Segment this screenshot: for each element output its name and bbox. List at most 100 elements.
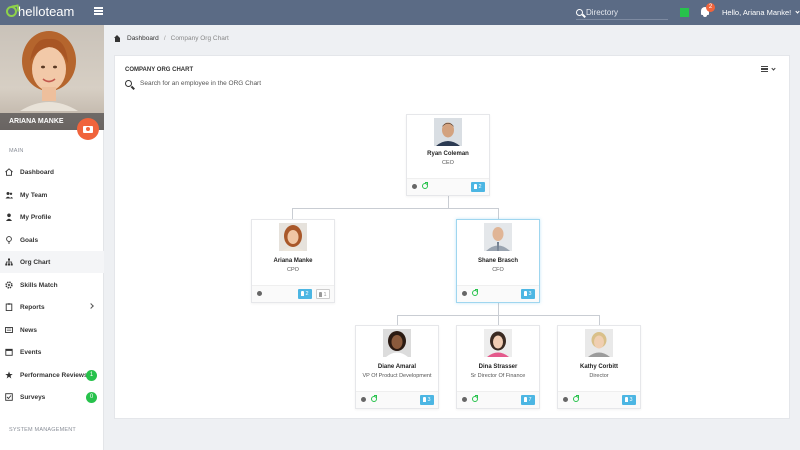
sidebar-item-label: Org Chart: [20, 258, 51, 266]
directory-placeholder: Directory: [586, 7, 619, 17]
search-icon: [576, 8, 583, 16]
org-card-ceo[interactable]: Ryan Coleman CEO 2: [406, 114, 490, 196]
card-footer: 3: [558, 391, 640, 408]
card-footer: 2 1: [252, 285, 334, 302]
directory-search[interactable]: Directory: [576, 5, 668, 20]
employee-name: Ryan Coleman: [427, 151, 469, 157]
sidebar-item-my-team[interactable]: My Team: [0, 184, 104, 206]
chevron-right-icon: [88, 303, 94, 309]
goals-icon[interactable]: [573, 395, 579, 402]
org-search[interactable]: Search for an employee in the ORG Chart: [125, 80, 261, 87]
card-footer: 2: [407, 178, 489, 195]
info-icon[interactable]: [462, 397, 467, 402]
sidebar-item-label: Events: [20, 348, 42, 356]
employee-name: Kathy Corbitt: [580, 364, 618, 370]
connector-line: [292, 208, 293, 219]
top-bar: helloteam Directory 2 Hello, Ariana Mank…: [0, 0, 800, 25]
news-icon: [5, 326, 13, 334]
gear-icon: [5, 281, 13, 289]
menu-toggle-icon[interactable]: [94, 7, 103, 15]
sidebar-item-dashboard[interactable]: Dashboard: [0, 161, 104, 183]
org-card-sr-director-finance[interactable]: Dina Strasser Sr Director Of Finance 7: [456, 325, 540, 409]
sidebar-item-skills-match[interactable]: Skills Match: [0, 274, 104, 296]
breadcrumb-current: Company Org Chart: [170, 35, 229, 42]
direct-reports-badge[interactable]: 2: [471, 182, 485, 192]
user-menu[interactable]: Hello, Ariana Manke!: [722, 8, 800, 17]
sidebar-item-label: Reports: [20, 303, 45, 311]
breadcrumb-dashboard[interactable]: Dashboard: [127, 35, 159, 42]
info-icon[interactable]: [257, 291, 262, 296]
panel-title: COMPANY ORG CHART: [125, 67, 194, 73]
sidebar-item-label: My Team: [20, 191, 48, 199]
profile-card: ARIANA MANKE: [0, 25, 104, 130]
direct-reports-badge[interactable]: 2: [298, 289, 312, 299]
employee-name: Ariana Manke: [273, 258, 313, 264]
sidebar-item-label: Skills Match: [20, 281, 58, 289]
card-footer: 3: [356, 391, 438, 408]
count-badge: 0: [86, 392, 97, 403]
search-icon: [125, 80, 132, 87]
org-search-placeholder: Search for an employee in the ORG Chart: [140, 80, 262, 87]
info-icon[interactable]: [361, 397, 366, 402]
user-greeting: Hello, Ariana Manke!: [722, 8, 792, 17]
camera-icon[interactable]: [77, 118, 99, 140]
org-card-director[interactable]: Kathy Corbitt Director 3: [557, 325, 641, 409]
sidebar-item-label: News: [20, 326, 37, 334]
goals-icon[interactable]: [422, 182, 428, 189]
avatar: [20, 31, 78, 111]
goals-icon[interactable]: [472, 395, 478, 402]
user-icon: [5, 213, 13, 221]
sidebar-item-org-chart[interactable]: Org Chart: [0, 251, 104, 273]
chevron-down-icon: [795, 9, 800, 14]
info-icon[interactable]: [412, 184, 417, 189]
direct-reports-badge[interactable]: 3: [521, 289, 535, 299]
connector-line: [498, 302, 499, 316]
sidebar-item-news[interactable]: News: [0, 319, 104, 341]
sidebar-item-events[interactable]: Events: [0, 341, 104, 363]
employee-title: Sr Director Of Finance: [470, 373, 526, 379]
org-card-cfo[interactable]: Shane Brasch CFO 3: [456, 219, 540, 303]
users-icon: [5, 191, 13, 199]
employee-title: VP Of Product Development: [362, 373, 432, 379]
sidebar-item-surveys[interactable]: Surveys 0: [0, 386, 104, 408]
sidebar-item-label: Dashboard: [20, 168, 54, 176]
connector-line: [292, 208, 499, 209]
sidebar-item-performance-reviews[interactable]: Performance Reviews 1: [0, 364, 104, 386]
employee-title: CFO: [492, 267, 504, 273]
employee-name: Dina Strasser: [478, 364, 518, 370]
direct-reports-badge[interactable]: 3: [420, 395, 434, 405]
sidebar-item-goals[interactable]: Goals: [0, 229, 104, 251]
connector-line: [498, 315, 499, 325]
breadcrumb-separator: /: [163, 35, 166, 42]
count-badge: 1: [86, 370, 97, 381]
pin-icon: [5, 236, 13, 244]
card-footer: 7: [457, 391, 539, 408]
indirect-reports-badge[interactable]: 1: [316, 289, 330, 299]
sidebar-item-my-profile[interactable]: My Profile: [0, 206, 104, 228]
goals-icon[interactable]: [472, 289, 478, 296]
avatar: [383, 329, 411, 357]
employee-title: Director: [589, 373, 609, 379]
direct-reports-badge[interactable]: 7: [521, 395, 535, 405]
checkbox-icon: [5, 393, 13, 401]
org-card-vp-product[interactable]: Diane Amaral VP Of Product Development 3: [355, 325, 439, 409]
section-label-main: MAIN: [9, 148, 24, 154]
sidebar-item-label: Goals: [20, 236, 39, 244]
info-icon[interactable]: [462, 291, 467, 296]
logo-mark-icon: [6, 6, 17, 17]
info-icon[interactable]: [563, 397, 568, 402]
sidebar-item-reports[interactable]: Reports: [0, 296, 104, 318]
goals-icon[interactable]: [371, 395, 377, 402]
connector-line: [498, 208, 499, 219]
panel-menu-icon[interactable]: [761, 66, 777, 74]
status-indicator[interactable]: [680, 8, 689, 17]
sidebar-item-label: My Profile: [20, 213, 52, 221]
avatar: [484, 223, 512, 251]
home-icon: [5, 168, 13, 176]
org-card-cpo[interactable]: Ariana Manke CPO 2 1: [251, 219, 335, 303]
logo[interactable]: helloteam: [6, 4, 74, 19]
direct-reports-badge[interactable]: 3: [622, 395, 636, 405]
home-icon[interactable]: [114, 35, 121, 42]
breadcrumb: Dashboard / Company Org Chart: [114, 35, 229, 42]
employee-name: Diane Amaral: [377, 364, 417, 370]
